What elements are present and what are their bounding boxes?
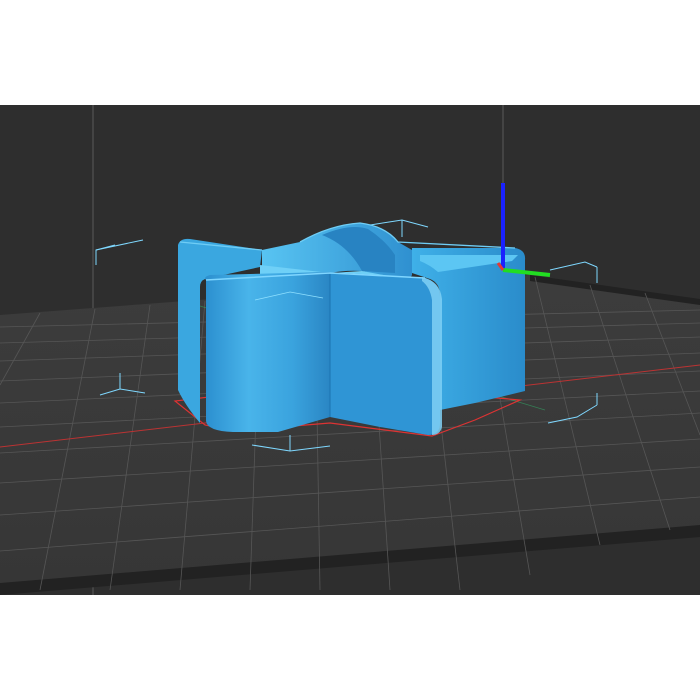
3d-viewport[interactable] [0,105,700,595]
star-cookie-cutter-model[interactable] [178,222,526,435]
model-front-right-wall [330,272,440,435]
